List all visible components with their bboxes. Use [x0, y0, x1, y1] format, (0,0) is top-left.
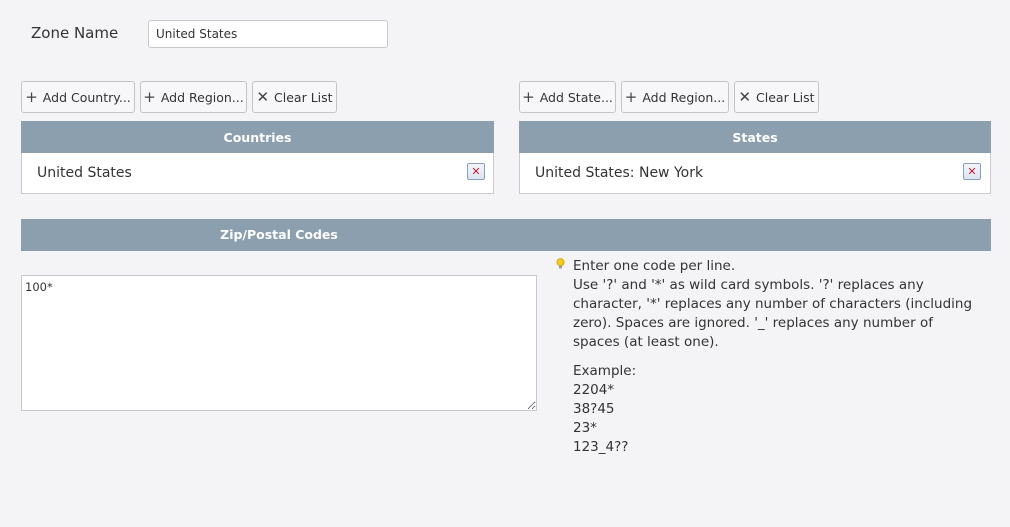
zone-name-label: Zone Name [31, 24, 119, 42]
add-state-label: Add State... [539, 89, 613, 105]
lightbulb-icon [556, 258, 565, 273]
zone-name-input[interactable] [148, 20, 388, 48]
clear-list-button-states[interactable]: ✕ Clear List [734, 81, 819, 113]
add-region-button-countries[interactable]: + Add Region... [140, 81, 247, 113]
zip-codes-header-label: Zip/Postal Codes [220, 227, 338, 242]
help-line-2: Use '?' and '*' as wild card symbols. '?… [573, 277, 973, 350]
help-example-3: 23* [573, 420, 597, 436]
plus-icon: + [624, 87, 638, 106]
countries-header: Countries [21, 121, 494, 153]
close-icon: ✕ [967, 165, 977, 178]
zip-help-text: Enter one code per line. Use '?' and '*'… [573, 257, 973, 457]
plus-icon: + [143, 87, 156, 106]
clear-list-label: Clear List [274, 89, 333, 105]
add-country-button[interactable]: + Add Country... [21, 81, 135, 113]
state-item: United States: New York [535, 165, 704, 181]
plus-icon: + [522, 87, 535, 106]
remove-country-button[interactable]: ✕ [467, 163, 485, 180]
plus-icon: + [25, 87, 38, 106]
add-region-label: Add Region... [642, 89, 726, 105]
add-region-button-states[interactable]: + Add Region... [621, 81, 729, 113]
help-line-1: Enter one code per line. [573, 258, 736, 274]
help-example-2: 38?45 [573, 401, 615, 417]
zip-codes-textarea[interactable]: 100* [21, 275, 537, 411]
remove-state-button[interactable]: ✕ [963, 163, 981, 180]
close-icon: ✕ [738, 87, 752, 106]
help-example-label: Example: [573, 363, 637, 379]
country-item: United States [37, 165, 132, 181]
help-example-1: 2204* [573, 382, 615, 398]
close-icon: ✕ [256, 87, 270, 106]
add-region-label: Add Region... [160, 89, 244, 105]
clear-list-button-countries[interactable]: ✕ Clear List [252, 81, 337, 113]
states-list: United States: New York ✕ [519, 153, 991, 194]
clear-list-label: Clear List [756, 89, 815, 105]
add-state-button[interactable]: + Add State... [519, 81, 616, 113]
add-country-label: Add Country... [42, 89, 131, 105]
zip-codes-header: Zip/Postal Codes [21, 219, 991, 251]
countries-list: United States ✕ [21, 153, 494, 194]
close-icon: ✕ [471, 165, 481, 178]
states-header: States [519, 121, 991, 153]
help-example-4: 123_4?? [573, 439, 629, 455]
